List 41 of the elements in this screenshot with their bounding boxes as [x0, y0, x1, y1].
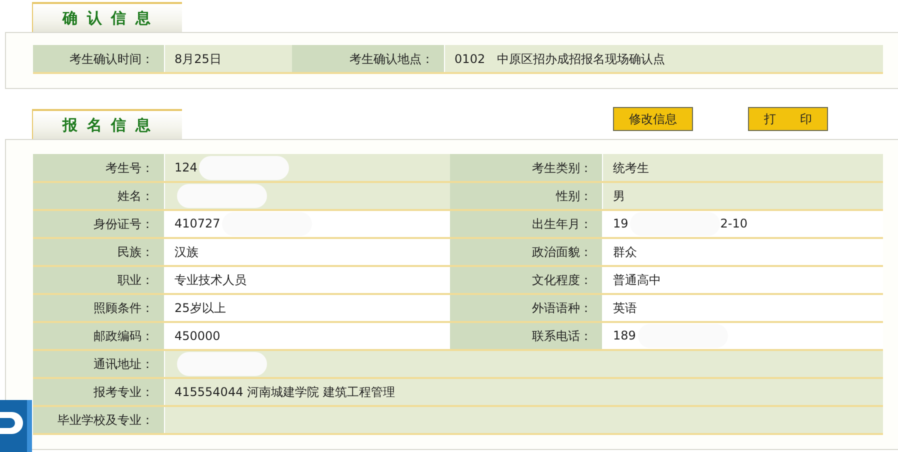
section-title: 确 认 信 息: [32, 2, 182, 32]
field-label: 出生年月：: [450, 210, 602, 238]
field-label: 文化程度：: [450, 266, 602, 294]
field-label: 联系电话：: [450, 322, 602, 350]
field-label: 邮政编码：: [33, 322, 164, 350]
field-value: 189: [612, 328, 636, 342]
field-value: 25岁以上: [174, 301, 226, 315]
field-value: 专业技术人员: [174, 273, 246, 287]
field-value: 群众: [612, 245, 637, 259]
section-title: 报 名 信 息: [32, 109, 182, 139]
field-label: 身份证号：: [33, 210, 164, 238]
action-button[interactable]: 修改信息: [613, 107, 693, 131]
field-label: 照顾条件：: [33, 294, 164, 322]
field-label: 民族：: [33, 238, 164, 266]
action-button[interactable]: 打 印: [748, 107, 828, 131]
chat-icon[interactable]: [0, 400, 32, 452]
field-value: 450000: [174, 329, 220, 343]
field-value: 汉族: [174, 245, 198, 259]
field-label: 考生类别：: [450, 154, 602, 182]
field-value: 男: [612, 189, 625, 203]
field-value: 8月25日: [174, 52, 222, 66]
field-label: 职业：: [33, 266, 164, 294]
field-value: 英语: [612, 301, 637, 315]
field-label: 通讯地址：: [33, 350, 164, 378]
field-label: 毕业学校及专业：: [33, 406, 164, 434]
field-value: 124: [174, 160, 198, 174]
field-value: 0102 中原区招办成招报名现场确认点: [454, 52, 666, 66]
field-label: 外语语种：: [450, 294, 602, 322]
field-label: 考生确认地点：: [292, 45, 444, 73]
field-label: 姓名：: [33, 182, 164, 210]
field-value: 19: [612, 216, 628, 230]
field-value: 410727: [174, 216, 220, 230]
field-label: 性别：: [450, 182, 602, 210]
field-label: 报考专业：: [33, 378, 164, 406]
field-value: 统考生: [612, 160, 649, 174]
field-value: 2-10: [720, 216, 748, 230]
field-label: 政治面貌：: [450, 238, 602, 266]
field-value: 415554044 河南城建学院 建筑工程管理: [174, 385, 395, 399]
field-label: 考生号：: [33, 154, 164, 182]
field-label: 考生确认时间：: [33, 45, 164, 73]
field-value: 普通高中: [612, 273, 661, 287]
